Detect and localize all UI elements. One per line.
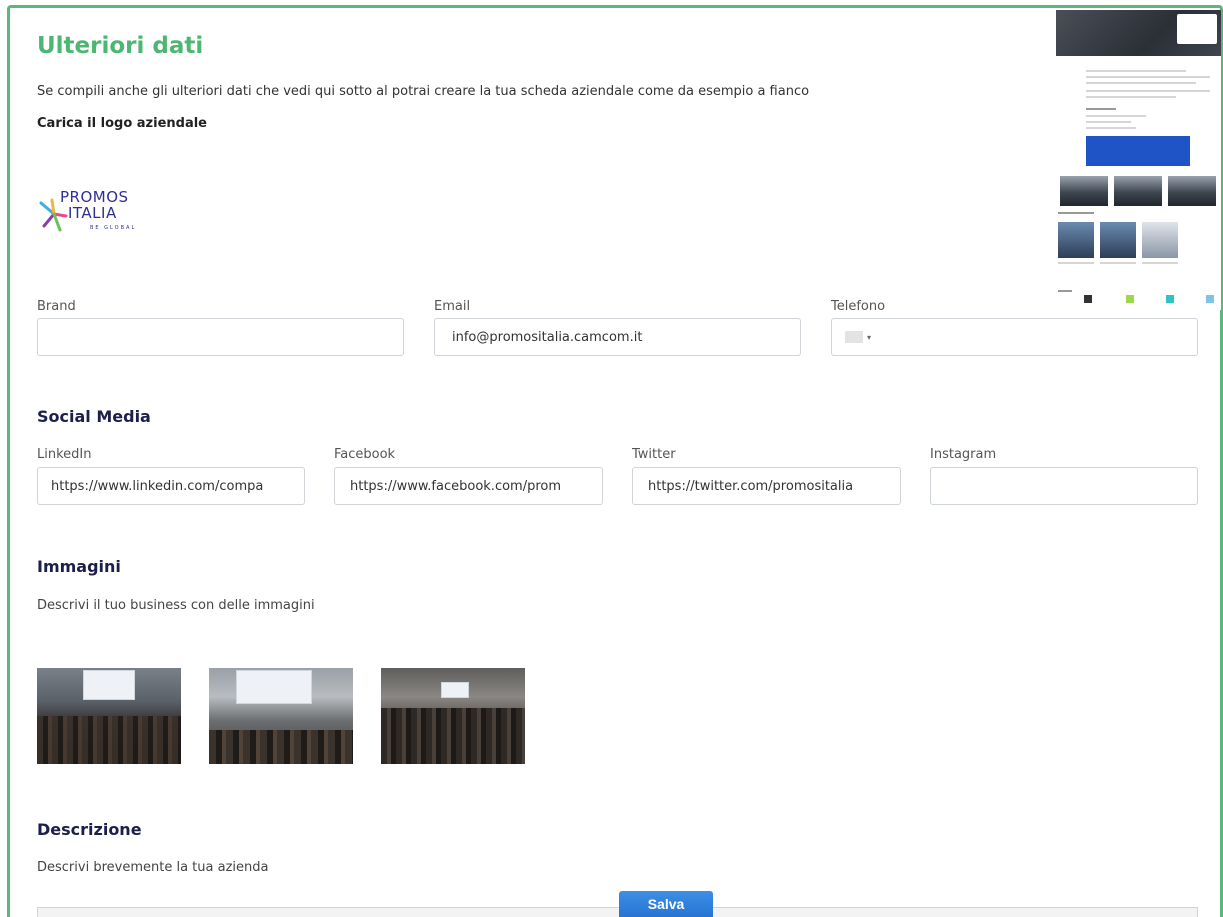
facebook-label: Facebook [334, 447, 396, 462]
phone-label: Telefono [831, 299, 886, 314]
preview-logo [1177, 14, 1217, 44]
brand-input[interactable] [37, 318, 404, 356]
linkedin-input[interactable]: https://www.linkedin.com/compa [37, 467, 305, 505]
preview-contact-box [1086, 136, 1190, 166]
linkedin-label: LinkedIn [37, 447, 92, 462]
intro-text: Se compili anche gli ulteriori dati che … [37, 84, 810, 99]
business-image-1[interactable] [37, 668, 181, 764]
images-description: Descrivi il tuo business con delle immag… [37, 598, 315, 613]
save-button[interactable]: Salva [619, 891, 713, 917]
logo-upload-label: Carica il logo aziendale [37, 116, 207, 131]
logo-line2: ITALIA [68, 204, 117, 222]
twitter-label: Twitter [632, 447, 676, 462]
example-profile-preview [1056, 10, 1221, 310]
logo-tagline: BE GLOBAL [90, 225, 137, 231]
form-frame [7, 5, 1223, 917]
country-dropdown-arrow-icon[interactable]: ▾ [867, 333, 871, 342]
twitter-input[interactable]: https://twitter.com/promositalia [632, 467, 901, 505]
email-input[interactable]: info@promositalia.camcom.it [434, 318, 801, 356]
brand-label: Brand [37, 299, 76, 314]
email-label: Email [434, 299, 471, 314]
company-logo[interactable]: PROMOS ITALIA BE GLOBAL [38, 190, 148, 242]
social-section-title: Social Media [37, 407, 151, 426]
country-flag-icon[interactable] [845, 331, 863, 343]
description-hint: Descrivi brevemente la tua azienda [37, 860, 269, 875]
business-image-2[interactable] [209, 668, 353, 764]
business-image-3[interactable] [381, 668, 525, 764]
preview-banner [1056, 10, 1221, 56]
description-textarea[interactable] [37, 907, 1198, 917]
images-section-title: Immagini [37, 557, 121, 576]
description-section-title: Descrizione [37, 820, 142, 839]
instagram-input[interactable] [930, 467, 1198, 505]
page-title: Ulteriori dati [37, 33, 204, 59]
facebook-input[interactable]: https://www.facebook.com/prom [334, 467, 603, 505]
phone-input[interactable]: ▾ [831, 318, 1198, 356]
instagram-label: Instagram [930, 447, 997, 462]
logo-line1: PROMOS [60, 188, 129, 206]
